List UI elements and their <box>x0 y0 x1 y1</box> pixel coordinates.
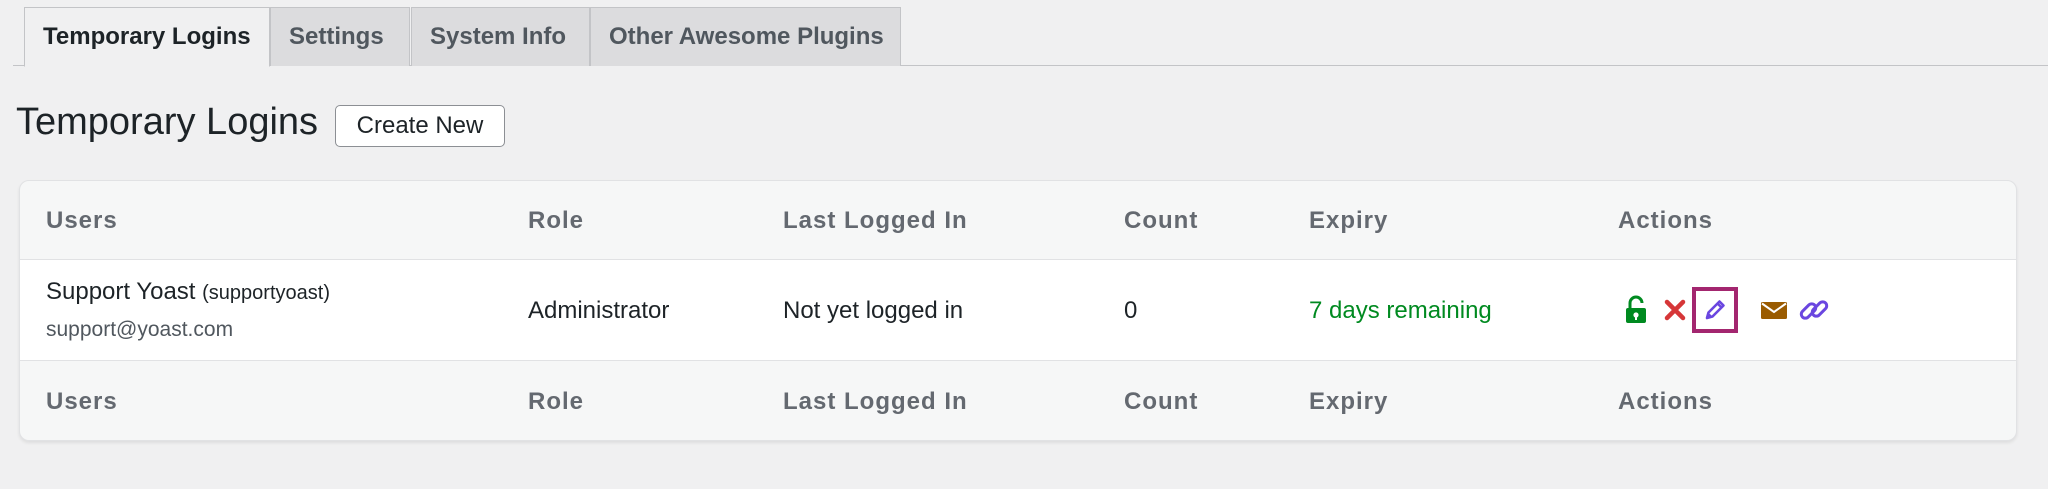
column-footer-expiry: Expiry <box>1309 388 1389 415</box>
tab-settings[interactable]: Settings <box>270 7 410 66</box>
page-title: Temporary Logins <box>16 101 319 143</box>
email-icon[interactable] <box>1758 294 1790 326</box>
table-header-row: Users Role Last Logged In Count Expiry A… <box>20 181 2016 260</box>
column-footer-actions: Actions <box>1618 388 1714 415</box>
column-footer-users: Users <box>46 388 118 415</box>
column-header-users: Users <box>46 207 118 234</box>
column-header-count: Count <box>1124 207 1199 234</box>
delete-icon[interactable] <box>1659 294 1691 326</box>
column-header-actions: Actions <box>1618 207 1714 234</box>
column-header-role: Role <box>528 207 585 234</box>
column-header-last-logged-in: Last Logged In <box>783 207 968 234</box>
table-row: Support Yoast (supportyoast) support@yoa… <box>20 260 2016 361</box>
temporary-logins-table: Users Role Last Logged In Count Expiry A… <box>19 180 2017 441</box>
link-icon[interactable] <box>1798 294 1830 326</box>
create-new-button[interactable]: Create New <box>335 105 505 147</box>
edit-icon[interactable] <box>1699 294 1731 326</box>
nav-tab-wrapper: Temporary Logins Settings System Info Ot… <box>13 0 2048 67</box>
tab-other-awesome-plugins[interactable]: Other Awesome Plugins <box>590 7 901 66</box>
table-footer-row: Users Role Last Logged In Count Expiry A… <box>20 361 2016 440</box>
column-header-expiry: Expiry <box>1309 207 1389 234</box>
tab-temporary-logins[interactable]: Temporary Logins <box>24 7 270 67</box>
unlock-icon[interactable] <box>1620 294 1652 326</box>
column-footer-last-logged-in: Last Logged In <box>783 388 968 415</box>
column-footer-count: Count <box>1124 388 1199 415</box>
actions-cell <box>20 260 2016 361</box>
column-footer-role: Role <box>528 388 585 415</box>
tab-system-info[interactable]: System Info <box>411 7 590 66</box>
